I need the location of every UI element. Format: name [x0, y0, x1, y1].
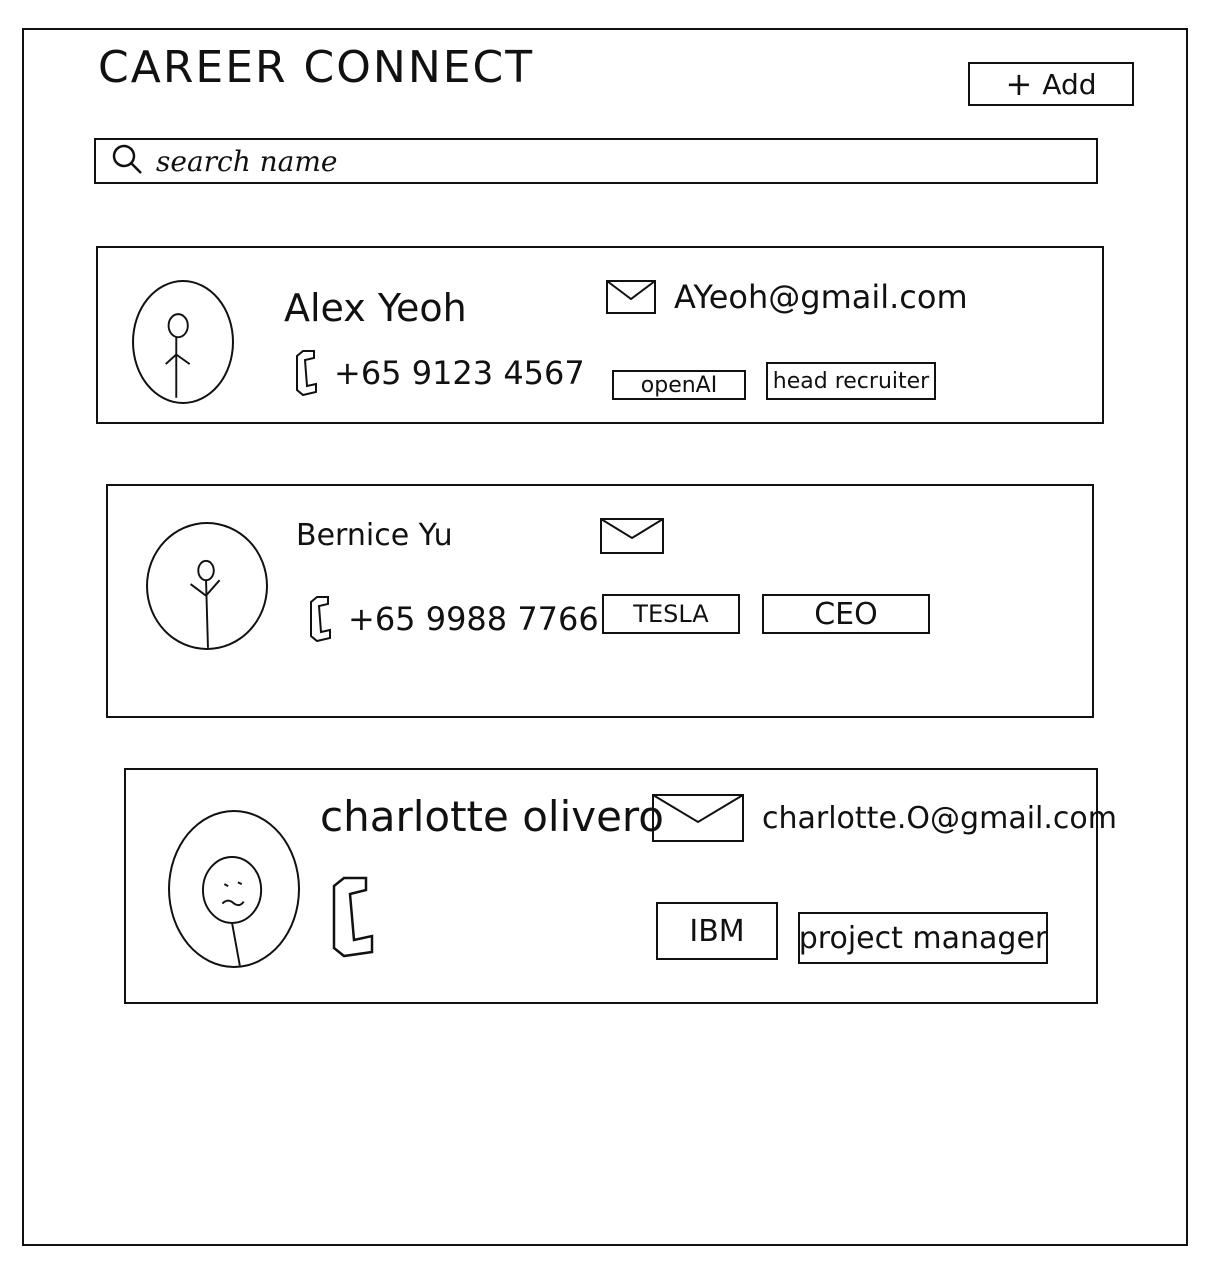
company-tag: openAI — [612, 370, 746, 400]
contact-name: Bernice Yu — [296, 518, 453, 553]
contact-email: charlotte.O@gmail.com — [652, 794, 1117, 842]
phone-icon — [294, 348, 320, 398]
contact-name: Alex Yeoh — [284, 286, 467, 330]
plus-icon: + — [1005, 65, 1033, 103]
role-tag: head recruiter — [766, 362, 936, 400]
add-button-label: Add — [1042, 67, 1097, 101]
role-tag: project manager — [798, 912, 1048, 964]
add-contact-button[interactable]: + Add — [968, 62, 1134, 106]
contact-phone: +65 9988 7766 — [308, 594, 599, 644]
mail-icon — [600, 518, 664, 554]
mail-icon — [606, 280, 656, 314]
email-address: charlotte.O@gmail.com — [762, 800, 1117, 836]
contact-phone: +65 9123 4567 — [294, 348, 585, 398]
avatar — [168, 810, 300, 968]
avatar — [146, 522, 268, 650]
mail-icon — [652, 794, 744, 842]
role-tag: CEO — [762, 594, 930, 634]
company-tag: IBM — [656, 902, 778, 960]
search-input[interactable] — [154, 143, 1096, 179]
email-address: AYeoh@gmail.com — [674, 278, 968, 316]
contact-card[interactable]: Bernice Yu +65 9988 7766 TESLA CEO — [106, 484, 1094, 718]
avatar — [132, 280, 234, 404]
company-tag: TESLA — [602, 594, 740, 634]
contact-card[interactable]: Alex Yeoh +65 9123 4567 AYeoh@gmail.com … — [96, 246, 1104, 424]
search-bar[interactable] — [94, 138, 1098, 184]
contact-card[interactable]: charlotte olivero charlotte.O@gmail.com … — [124, 768, 1117, 1004]
contact-email: AYeoh@gmail.com — [606, 278, 968, 316]
contact-name: charlotte olivero — [320, 792, 664, 841]
phone-number: +65 9123 4567 — [334, 354, 585, 392]
app-title: CAREER CONNECT — [98, 42, 535, 93]
phone-number: +65 9988 7766 — [348, 600, 599, 638]
phone-icon — [308, 594, 334, 644]
contact-phone — [330, 874, 390, 960]
search-icon — [110, 142, 144, 180]
phone-icon — [330, 874, 376, 960]
contact-email — [600, 518, 682, 554]
